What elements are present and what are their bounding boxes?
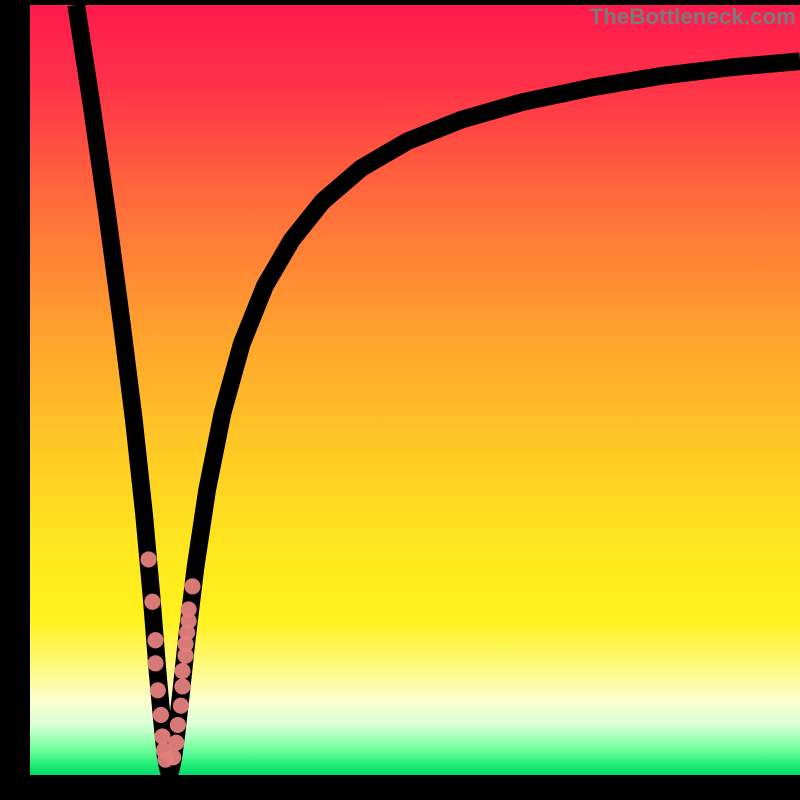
data-point [174, 663, 190, 679]
data-point [165, 749, 181, 765]
data-point [147, 632, 163, 648]
data-point [153, 707, 169, 723]
data-point [181, 601, 197, 617]
data-point [144, 594, 160, 610]
chart-svg [30, 5, 800, 775]
data-point [173, 698, 189, 714]
data-point [150, 682, 166, 698]
plot-area [30, 5, 800, 775]
data-point [168, 735, 184, 751]
data-point [174, 678, 190, 694]
data-point [170, 717, 186, 733]
watermark-text: TheBottleneck.com [590, 4, 796, 30]
chart-stage: TheBottleneck.com [0, 0, 800, 800]
data-point [147, 655, 163, 671]
data-point [154, 728, 170, 744]
data-point [140, 551, 156, 567]
data-point [184, 578, 200, 594]
